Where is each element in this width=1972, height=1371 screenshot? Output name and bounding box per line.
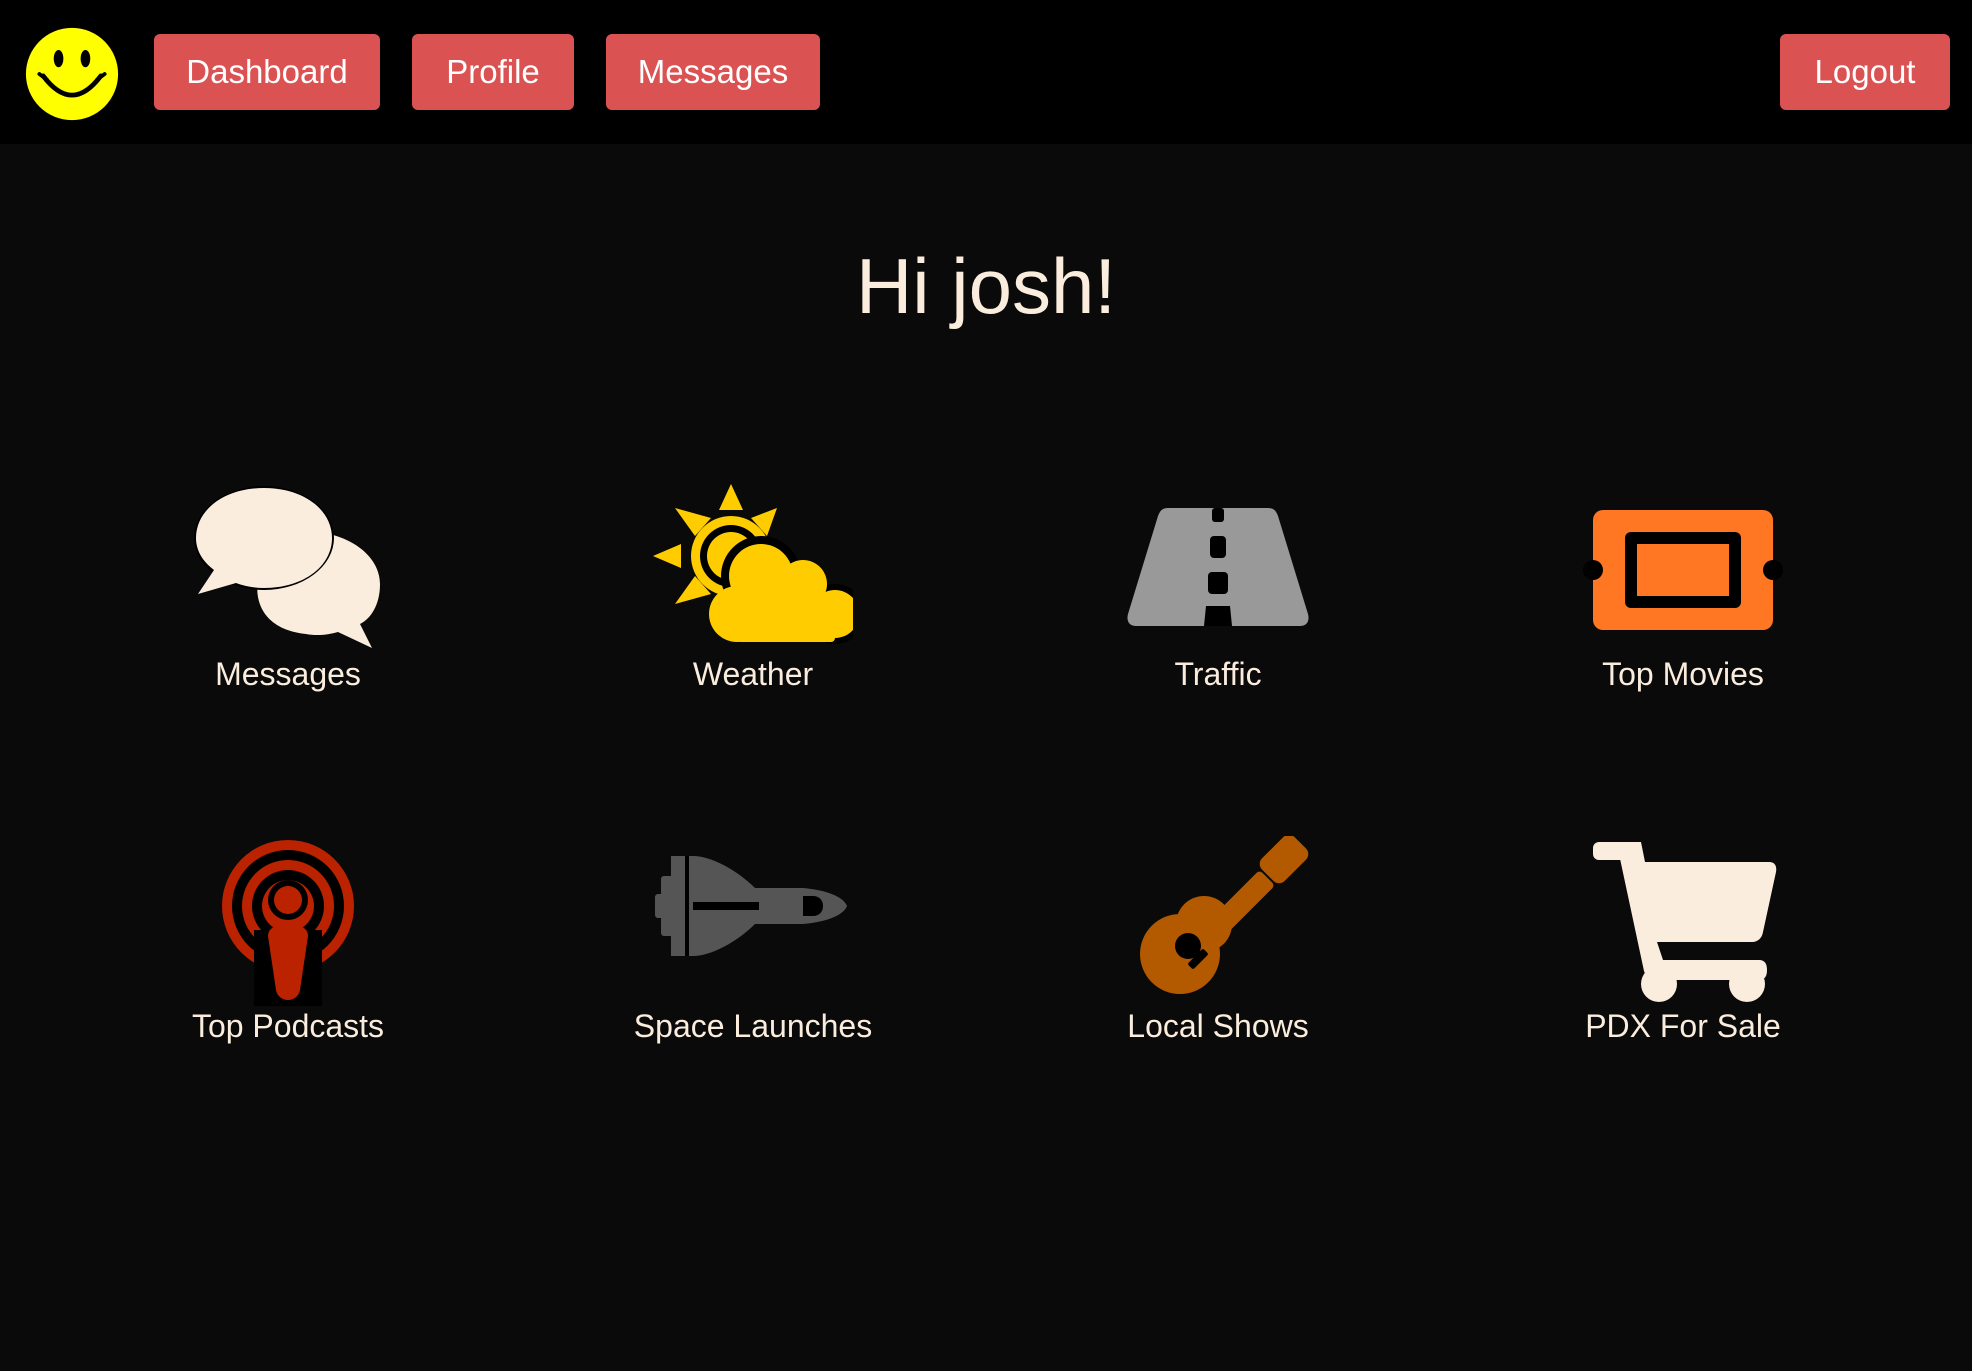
greeting-heading: Hi josh! <box>855 242 1117 330</box>
tile-label: Messages <box>215 656 361 692</box>
tile-traffic[interactable]: Traffic <box>1008 484 1428 724</box>
ticket-icon <box>1583 510 1783 630</box>
tile-pdx-for-sale[interactable]: PDX For Sale <box>1473 836 1893 1076</box>
dashboard-button[interactable]: Dashboard <box>154 34 380 110</box>
guitar-icon <box>1140 836 1309 994</box>
road-icon <box>1127 508 1309 626</box>
messages-nav-button[interactable]: Messages <box>606 34 820 110</box>
top-navigation-bar: Dashboard Profile Messages Logout <box>0 0 1972 144</box>
tile-top-podcasts[interactable]: Top Podcasts <box>78 836 498 1076</box>
tile-weather[interactable]: Weather <box>543 484 963 724</box>
tile-label: Space Launches <box>633 1008 873 1044</box>
smiley-face-icon[interactable] <box>24 26 120 122</box>
tile-space-launches[interactable]: Space Launches <box>543 836 963 1076</box>
tile-messages[interactable]: Messages <box>78 484 498 724</box>
tile-label: Top Podcasts <box>191 1008 385 1044</box>
tile-label: Traffic <box>1174 656 1262 692</box>
tile-label: PDX For Sale <box>1585 1008 1781 1044</box>
shopping-cart-icon <box>1593 842 1777 1002</box>
space-shuttle-icon <box>655 856 847 956</box>
podcast-icon <box>222 840 354 1006</box>
sun-cloud-icon <box>653 484 853 644</box>
profile-button[interactable]: Profile <box>412 34 574 110</box>
tile-local-shows[interactable]: Local Shows <box>1008 836 1428 1076</box>
logout-button[interactable]: Logout <box>1780 34 1950 110</box>
tile-label: Top Movies <box>1602 656 1764 692</box>
chat-bubbles-icon <box>194 486 380 648</box>
tile-label: Local Shows <box>1127 1008 1309 1044</box>
tile-top-movies[interactable]: Top Movies <box>1473 484 1893 724</box>
tile-label: Weather <box>692 656 814 692</box>
